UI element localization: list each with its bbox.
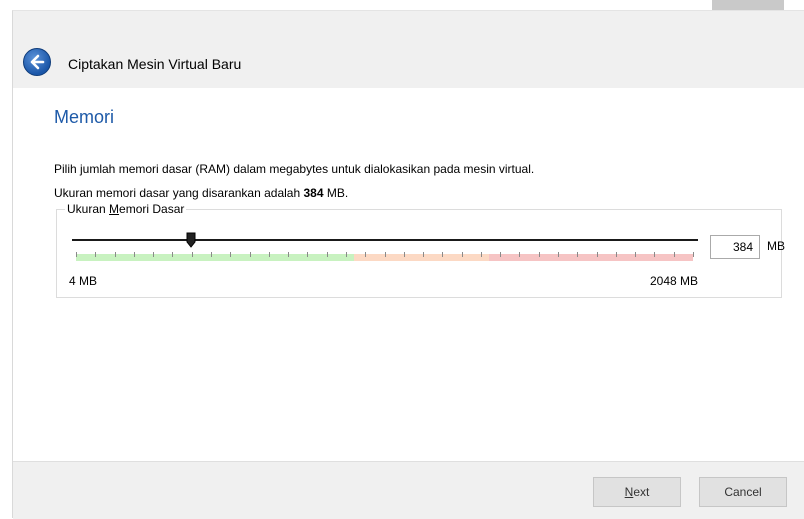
scale-tick (250, 252, 251, 257)
scale-tick (404, 252, 405, 257)
memory-min-label: 4 MB (69, 274, 98, 288)
memory-value-input[interactable]: 384 (710, 235, 760, 259)
scale-tick (153, 252, 154, 257)
scale-tick (674, 252, 675, 257)
scale-tick (635, 252, 636, 257)
wizard-dialog: Ciptakan Mesin Virtual Baru Memori Pilih… (12, 10, 804, 519)
scale-tick (172, 252, 173, 257)
scale-tick (500, 252, 501, 257)
scale-tick (76, 252, 77, 257)
scale-tick (365, 252, 366, 257)
memory-scale-ticks (76, 252, 694, 258)
scale-tick (307, 252, 308, 257)
memory-slider-track[interactable] (72, 239, 698, 241)
scale-tick (693, 252, 694, 257)
next-button[interactable]: Next (593, 477, 681, 507)
scale-tick (385, 252, 386, 257)
scale-tick (95, 252, 96, 257)
background-window-edge (0, 0, 12, 517)
group-label-mnemonic: M (109, 202, 120, 216)
back-button[interactable] (23, 48, 51, 76)
wizard-page: Memori Pilih jumlah memori dasar (RAM) d… (13, 88, 804, 461)
scale-tick (577, 252, 578, 257)
scale-tick (539, 252, 540, 257)
scale-tick (192, 252, 193, 257)
scale-tick (211, 252, 212, 257)
recommended-suffix: MB. (323, 186, 349, 200)
description-text: Pilih jumlah memori dasar (RAM) dalam me… (54, 162, 535, 176)
page-heading: Memori (54, 107, 115, 127)
wizard-header: Ciptakan Mesin Virtual Baru (13, 11, 804, 88)
scale-tick (442, 252, 443, 257)
scale-tick (327, 252, 328, 257)
group-label-prefix: Ukuran (67, 202, 110, 216)
scale-tick (115, 252, 116, 257)
scale-tick (616, 252, 617, 257)
group-label-suffix: emori Dasar (119, 202, 185, 216)
memory-unit-label: MB (767, 239, 785, 253)
window-title: Ciptakan Mesin Virtual Baru (68, 56, 242, 72)
background-window-strip (0, 0, 804, 10)
recommended-value: 384 (303, 186, 324, 200)
back-arrow-icon (30, 54, 45, 70)
scale-tick (654, 252, 655, 257)
next-label-rest: ext (633, 485, 650, 499)
scale-tick (134, 252, 135, 257)
memory-max-label: 2048 MB (650, 274, 699, 288)
scale-tick (597, 252, 598, 257)
scale-tick (558, 252, 559, 257)
scale-tick (462, 252, 463, 257)
memory-slider-thumb[interactable] (186, 232, 196, 251)
scale-tick (481, 252, 482, 257)
scale-tick (346, 252, 347, 257)
wizard-footer: Next Cancel (13, 461, 804, 519)
memory-group-label: Ukuran Memori Dasar (65, 202, 187, 216)
recommended-prefix: Ukuran memori dasar yang disarankan adal… (54, 186, 304, 200)
scale-tick (230, 252, 231, 257)
scale-tick (288, 252, 289, 257)
scale-tick (519, 252, 520, 257)
cancel-button[interactable]: Cancel (699, 477, 787, 507)
scale-tick (269, 252, 270, 257)
recommended-memory-text: Ukuran memori dasar yang disarankan adal… (54, 186, 348, 200)
scale-tick (423, 252, 424, 257)
